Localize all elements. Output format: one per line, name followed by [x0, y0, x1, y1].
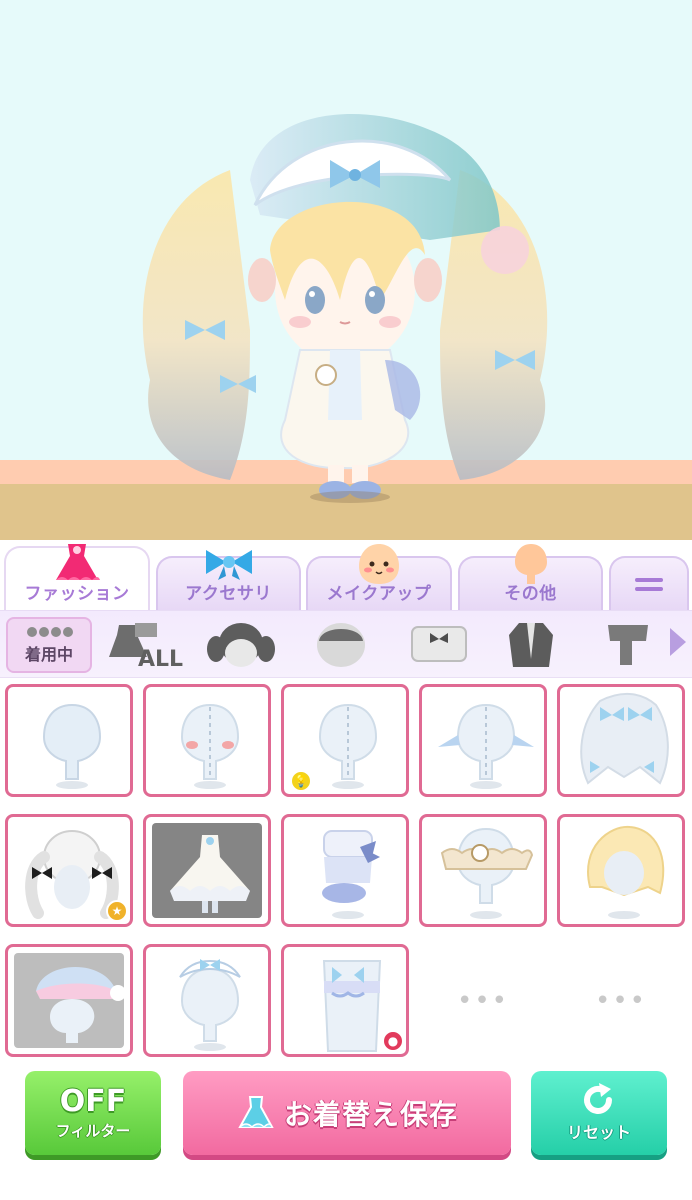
item-thumbnail — [322, 830, 380, 919]
dress-icon — [56, 544, 100, 580]
tab-makeup[interactable]: メイクアップ — [306, 544, 452, 610]
subcategory-coat[interactable] — [490, 617, 572, 673]
save-outfit-button[interactable]: お着替え保存 — [183, 1071, 511, 1155]
tab-other[interactable]: その他 — [458, 544, 603, 610]
subcategory-all[interactable]: ALL — [104, 617, 186, 673]
avatar-stage — [0, 0, 692, 540]
more-items[interactable]: ••• — [557, 944, 685, 1057]
category-tabs: ファッション アクセサリ メイクアップ その他 — [0, 540, 692, 610]
save-outfit-label: お着替え保存 — [283, 1098, 458, 1131]
hair-icon — [207, 623, 275, 667]
item-butterfly-garter[interactable]: ● — [281, 944, 409, 1057]
item-ear-accessory[interactable] — [419, 684, 547, 797]
subcategory-next-arrow[interactable] — [670, 628, 686, 656]
item-frilly-dress[interactable] — [143, 814, 271, 927]
socks-icon — [608, 625, 648, 665]
outfit-dress-icon — [238, 1096, 274, 1129]
more-items[interactable]: ••• — [419, 944, 547, 1057]
item-thumbnail — [580, 693, 669, 785]
item-lace-headband[interactable] — [143, 944, 271, 1057]
avatar-character[interactable] — [0, 0, 692, 540]
tab-fashion[interactable]: ファッション — [4, 544, 150, 610]
item-thumbnail — [36, 966, 126, 1043]
coat-icon — [509, 623, 553, 667]
item-long-hair-ribbons[interactable] — [557, 684, 685, 797]
item-night-cap[interactable] — [5, 944, 133, 1057]
subcategory-socks[interactable] — [588, 617, 668, 673]
subcategory-hair[interactable] — [200, 617, 282, 673]
all-label: ALL — [138, 647, 184, 672]
filter-toggle-button[interactable]: OFF フィルター — [25, 1071, 161, 1155]
hint-badge-icon: 💡 — [290, 770, 312, 792]
item-grid: 💡 ★ ● ••• ••• — [0, 680, 692, 1065]
item-thumbnail — [170, 835, 250, 913]
wearing-label: 着用中 — [24, 645, 73, 664]
subcategory-face[interactable] — [300, 617, 382, 673]
wearing-icon — [27, 627, 73, 637]
info-badge-icon: ● — [382, 1030, 404, 1052]
item-body-blush[interactable] — [143, 684, 271, 797]
face-icon — [359, 544, 399, 584]
tab-accessory-label: アクセサリ — [185, 584, 272, 604]
subcategory-bar: 着用中 ALL — [0, 610, 692, 678]
filter-label: フィルター — [55, 1121, 131, 1140]
menu-icon — [635, 577, 663, 582]
item-bow-shoes[interactable] — [281, 814, 409, 927]
item-frill-collar[interactable] — [419, 814, 547, 927]
body-icon — [514, 544, 547, 584]
reset-label: リセット — [566, 1123, 631, 1142]
face-shape-icon — [317, 623, 365, 667]
item-twin-tail-hair[interactable]: ★ — [5, 814, 133, 927]
item-thumbnail — [42, 703, 102, 789]
menu-tab[interactable] — [609, 556, 689, 610]
item-thumbnail — [440, 827, 534, 919]
item-thumbnail — [180, 703, 240, 789]
item-body-base[interactable] — [5, 684, 133, 797]
top-icon — [411, 626, 467, 662]
item-thumbnail — [438, 703, 534, 789]
filter-state-label: OFF — [59, 1083, 127, 1119]
subcategory-top[interactable] — [398, 617, 480, 673]
tab-accessory[interactable]: アクセサリ — [156, 550, 301, 610]
item-body-stitched[interactable]: 💡 — [281, 684, 409, 797]
subcategory-wearing[interactable]: 着用中 — [6, 617, 92, 673]
item-thumbnail — [179, 959, 241, 1051]
item-blonde-hair[interactable] — [557, 814, 685, 927]
refresh-icon — [584, 1083, 612, 1114]
item-thumbnail — [587, 825, 665, 919]
action-bar: OFF フィルター お着替え保存 リセット — [0, 1065, 692, 1200]
reset-button[interactable]: リセット — [531, 1071, 667, 1155]
star-badge-icon: ★ — [106, 900, 128, 922]
ribbon-icon — [205, 550, 252, 580]
